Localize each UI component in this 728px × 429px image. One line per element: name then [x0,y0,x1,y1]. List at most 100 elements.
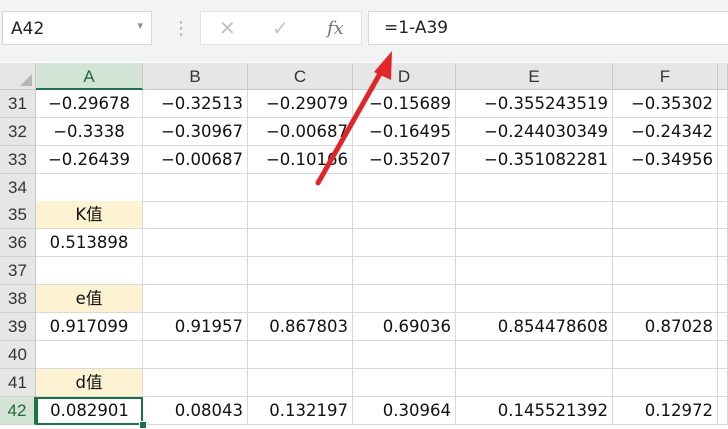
cell-a40[interactable] [36,341,143,369]
cell-d37[interactable] [353,257,456,285]
cell-c41[interactable] [248,369,353,397]
row-header-31[interactable]: 31 [0,90,36,118]
cell-e35[interactable] [456,201,613,229]
column-header-e[interactable]: E [456,63,613,90]
cell-partial-37[interactable] [718,257,728,285]
cell-a39[interactable]: 0.917099 [36,313,143,341]
cell-a33[interactable]: −0.26439 [36,146,143,174]
cell-b38[interactable] [143,285,248,313]
cell-e40[interactable] [456,341,613,369]
cell-c33[interactable]: −0.10166 [248,146,353,174]
cell-a31[interactable]: −0.29678 [36,90,143,118]
cell-c35[interactable] [248,201,353,229]
cell-e31[interactable]: −0.355243519 [456,90,613,118]
column-header-partial[interactable] [718,63,728,90]
cell-a38[interactable]: e值 [36,285,143,313]
cell-e34[interactable] [456,174,613,202]
cell-b41[interactable] [143,369,248,397]
cell-f34[interactable] [613,174,718,202]
cell-partial-42[interactable] [718,397,728,425]
row-header-37[interactable]: 37 [0,257,36,285]
column-header-b[interactable]: B [143,63,248,90]
cell-partial-32[interactable] [718,118,728,146]
cell-d38[interactable] [353,285,456,313]
cell-d31[interactable]: −0.15689 [353,90,456,118]
cell-b33[interactable]: −0.00687 [143,146,248,174]
cell-a37[interactable] [36,257,143,285]
cell-d32[interactable]: −0.16495 [353,118,456,146]
cell-e41[interactable] [456,369,613,397]
cell-b32[interactable]: −0.30967 [143,118,248,146]
cell-a42[interactable]: 0.082901 [36,397,143,425]
cell-f38[interactable] [613,285,718,313]
cell-f36[interactable] [613,229,718,257]
cell-d41[interactable] [353,369,456,397]
cell-d34[interactable] [353,174,456,202]
cell-d33[interactable]: −0.35207 [353,146,456,174]
cell-f42[interactable]: 0.12972 [613,397,718,425]
cell-e42[interactable]: 0.145521392 [456,397,613,425]
cell-c31[interactable]: −0.29079 [248,90,353,118]
cell-c38[interactable] [248,285,353,313]
cell-partial-34[interactable] [718,174,728,202]
cell-partial-33[interactable] [718,146,728,174]
cell-a36[interactable]: 0.513898 [36,229,143,257]
select-all-button[interactable] [0,63,36,90]
cell-partial-40[interactable] [718,341,728,369]
column-header-d[interactable]: D [353,63,456,90]
cell-b40[interactable] [143,341,248,369]
cell-e32[interactable]: −0.244030349 [456,118,613,146]
row-header-39[interactable]: 39 [0,313,36,341]
cell-a32[interactable]: −0.3338 [36,118,143,146]
cell-b35[interactable] [143,201,248,229]
cell-f32[interactable]: −0.24342 [613,118,718,146]
cell-d42[interactable]: 0.30964 [353,397,456,425]
cell-c42[interactable]: 0.132197 [248,397,353,425]
cell-partial-38[interactable] [718,285,728,313]
cell-partial-39[interactable] [718,313,728,341]
cell-e33[interactable]: −0.351082281 [456,146,613,174]
row-header-40[interactable]: 40 [0,341,36,369]
cell-b36[interactable] [143,229,248,257]
cell-c32[interactable]: −0.00687 [248,118,353,146]
cell-partial-36[interactable] [718,229,728,257]
cell-e39[interactable]: 0.854478608 [456,313,613,341]
cell-f35[interactable] [613,201,718,229]
cell-e36[interactable] [456,229,613,257]
cell-a35[interactable]: K值 [36,201,143,229]
cell-c39[interactable]: 0.867803 [248,313,353,341]
cell-c34[interactable] [248,174,353,202]
cell-partial-35[interactable] [718,201,728,229]
row-header-38[interactable]: 38 [0,285,36,313]
cell-a34[interactable] [36,174,143,202]
cell-b37[interactable] [143,257,248,285]
cell-d35[interactable] [353,201,456,229]
cell-c36[interactable] [248,229,353,257]
row-header-33[interactable]: 33 [0,146,36,174]
cell-b31[interactable]: −0.32513 [143,90,248,118]
cell-d36[interactable] [353,229,456,257]
cell-partial-41[interactable] [718,369,728,397]
cell-c40[interactable] [248,341,353,369]
cell-f41[interactable] [613,369,718,397]
cell-b42[interactable]: 0.08043 [143,397,248,425]
row-header-36[interactable]: 36 [0,229,36,257]
cell-f39[interactable]: 0.87028 [613,313,718,341]
row-header-35[interactable]: 35 [0,201,36,229]
cell-d40[interactable] [353,341,456,369]
cell-b39[interactable]: 0.91957 [143,313,248,341]
row-header-42[interactable]: 42 [0,397,36,425]
cell-e37[interactable] [456,257,613,285]
row-header-32[interactable]: 32 [0,118,36,146]
cell-partial-31[interactable] [718,90,728,118]
row-header-34[interactable]: 34 [0,174,36,202]
column-header-a[interactable]: A [36,63,143,90]
row-header-41[interactable]: 41 [0,369,36,397]
column-header-f[interactable]: F [613,63,718,90]
cell-c37[interactable] [248,257,353,285]
column-header-c[interactable]: C [248,63,353,90]
cell-f31[interactable]: −0.35302 [613,90,718,118]
cell-a41[interactable]: d值 [36,369,143,397]
cell-f33[interactable]: −0.34956 [613,146,718,174]
cell-b34[interactable] [143,174,248,202]
